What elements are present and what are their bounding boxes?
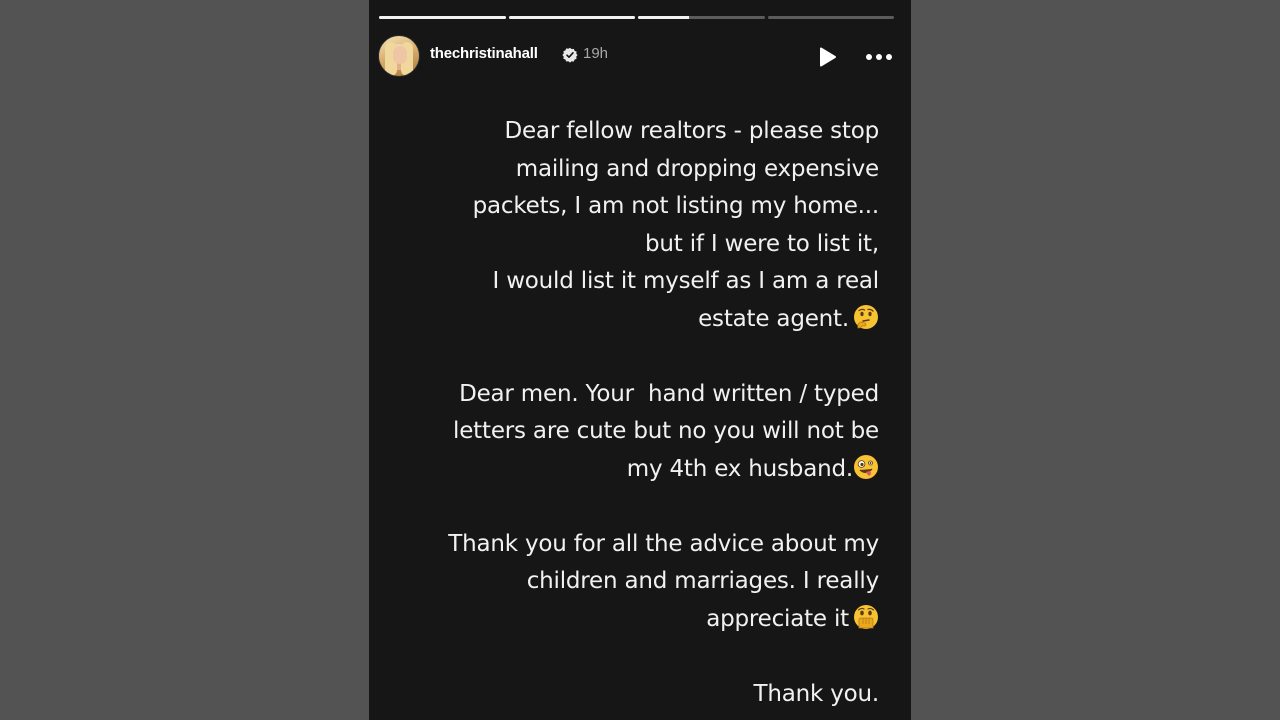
text-line: children and marriages. I really: [526, 568, 880, 594]
username-link[interactable]: thechristinahall: [430, 45, 538, 62]
text-line: Dear fellow realtors - please stop: [504, 118, 879, 144]
zany-face-emoji-icon: [854, 454, 878, 479]
post-time: 19h: [583, 45, 609, 62]
text-line-with-emoji: estate agent.: [389, 301, 879, 339]
text-line: appreciate it: [706, 605, 849, 632]
paragraph-men: Dear men. Your hand written / typed lett…: [389, 376, 879, 489]
text-line: my 4th ex husband.: [626, 455, 853, 482]
story-progress-bar: [379, 16, 894, 19]
story-header: thechristinahall 19h: [378, 35, 894, 77]
progress-segment-4: [767, 16, 894, 19]
face-with-hand-over-mouth-emoji-icon: [854, 604, 878, 629]
paragraph-thank-you: Thank you.: [389, 676, 880, 714]
text-line: Dear men. Your hand written / typed: [459, 380, 879, 407]
progress-segment-1: [379, 16, 506, 19]
page-background: thechristinahall 19h Dear fellow realtor…: [0, 0, 1280, 720]
verified-badge-icon: [562, 47, 578, 63]
paragraph-thanks-advice: Thank you for all the advice about my ch…: [389, 526, 879, 639]
avatar[interactable]: [378, 35, 420, 77]
more-options-icon: [866, 54, 892, 60]
text-line: I would list it myself as I am a real: [492, 268, 880, 294]
story-viewer[interactable]: thechristinahall 19h Dear fellow realtor…: [369, 0, 911, 720]
progress-segment-3: [638, 16, 765, 19]
play-button[interactable]: [816, 46, 838, 68]
text-line: mailing and dropping expensive: [515, 155, 879, 182]
progress-segment-2: [508, 16, 635, 19]
text-line-with-emoji: appreciate it: [389, 601, 879, 639]
text-line: letters are cute but no you will not be: [453, 418, 879, 444]
text-line-with-emoji: my 4th ex husband.: [389, 451, 879, 489]
text-line: estate agent.: [698, 305, 849, 332]
text-line: Thank you for all the advice about my: [448, 530, 879, 557]
story-text: Dear fellow realtors - please stop maili…: [389, 113, 879, 713]
play-icon: [820, 47, 836, 67]
text-line: Thank you.: [753, 680, 880, 707]
paragraph-realtors: Dear fellow realtors - please stop maili…: [389, 113, 880, 339]
more-options-button[interactable]: [864, 46, 894, 68]
text-line: packets, I am not listing my home...: [472, 193, 880, 219]
text-line: but if I were to list it,: [645, 230, 879, 257]
thinking-face-emoji-icon: [854, 304, 878, 329]
